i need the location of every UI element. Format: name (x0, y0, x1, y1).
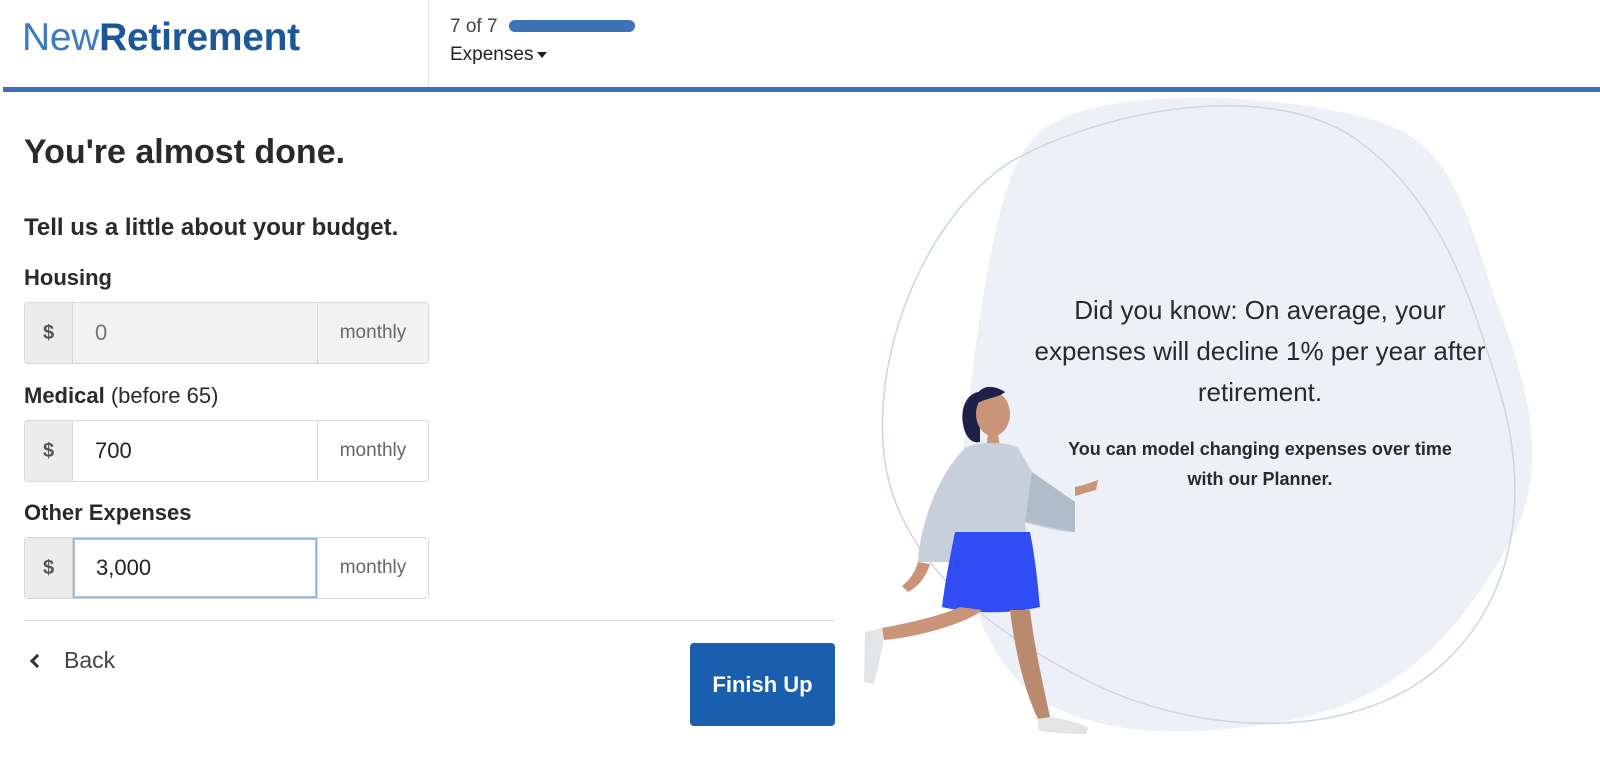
medical-input[interactable] (73, 421, 317, 481)
page-subtitle: Tell us a little about your budget. (24, 214, 399, 241)
section-dropdown-label: Expenses (450, 44, 534, 65)
finish-up-button[interactable]: Finish Up (690, 643, 835, 726)
back-button-label: Back (64, 647, 116, 673)
medical-input-group: $ monthly (24, 420, 429, 482)
other-expenses-label: Other Expenses (24, 500, 192, 525)
tip-headline: Did you know: On average, your expenses … (1034, 295, 1486, 407)
medical-period-suffix: monthly (317, 421, 428, 481)
housing-currency-prefix: $ (25, 303, 73, 363)
other-expenses-input[interactable] (73, 538, 317, 598)
other-expenses-period-suffix: monthly (317, 538, 428, 598)
brand-name-light: New (22, 16, 100, 59)
medical-label-text: Medical (24, 383, 105, 408)
other-expenses-currency-prefix: $ (25, 538, 73, 598)
step-counter: 7 of 7 (450, 16, 498, 37)
brand-name-bold: Retirement (99, 16, 300, 59)
chevron-left-icon (29, 653, 45, 668)
section-dropdown[interactable]: Expenses (450, 44, 548, 66)
back-button[interactable]: Back (24, 647, 115, 674)
background-blob (957, 97, 1533, 732)
housing-input[interactable] (73, 303, 317, 363)
other-expenses-input-group: $ monthly (24, 537, 429, 599)
medical-currency-prefix: $ (25, 421, 73, 481)
medical-label: Medical (before 65) (24, 383, 218, 409)
housing-period-suffix: monthly (317, 303, 428, 363)
tip-illustration (864, 97, 1533, 734)
tip-body: You can model changing expenses over tim… (1068, 439, 1452, 489)
brand-logo[interactable]: NewRetirement (22, 16, 300, 60)
housing-input-group: $ monthly (24, 302, 429, 364)
form-divider (24, 620, 835, 621)
medical-label-qualifier: (before 65) (110, 383, 219, 408)
caret-down-icon (537, 51, 548, 58)
housing-label: Housing (24, 265, 112, 290)
progress-bar (509, 20, 635, 32)
header-divider (428, 0, 429, 87)
page-title: You're almost done. (24, 133, 346, 171)
top-header: NewRetirement 7 of 7 Expenses (0, 0, 1600, 92)
